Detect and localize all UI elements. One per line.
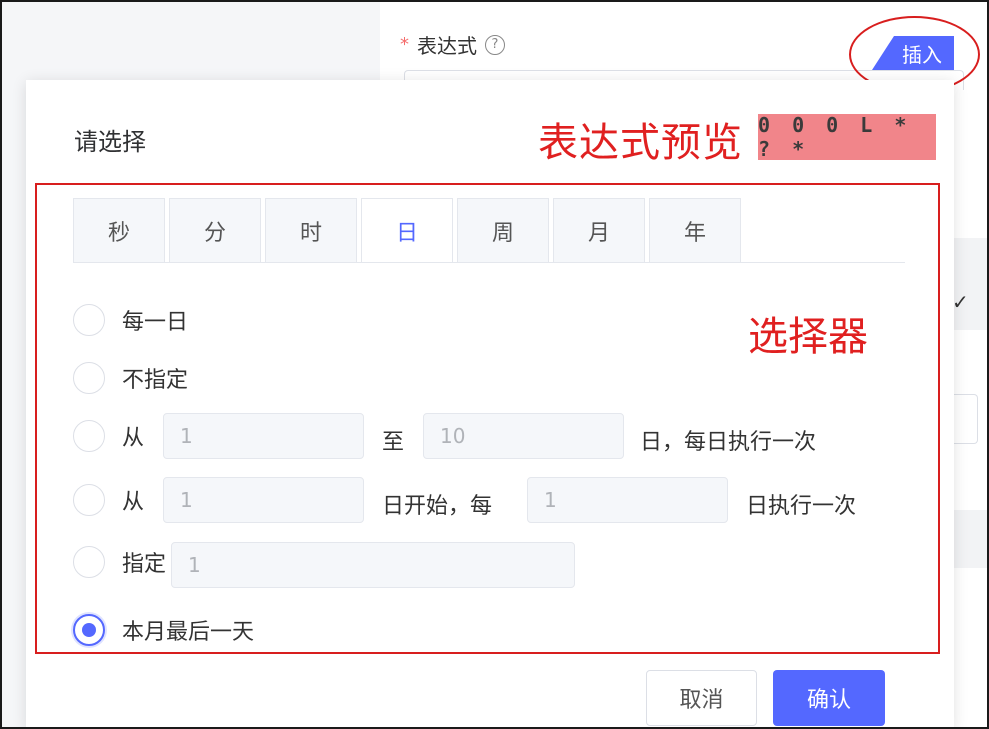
option-last-day-label: 本月最后一天 <box>122 620 255 645</box>
radio-unspecified[interactable] <box>73 362 105 394</box>
specify-day-input[interactable]: 1 <box>171 542 575 588</box>
radio-last-day[interactable] <box>73 614 105 646</box>
radio-interval[interactable] <box>73 484 105 516</box>
interval-start-input[interactable]: 1 <box>163 477 364 523</box>
option-range-from-label: 从 <box>122 426 145 451</box>
option-every-day-label: 每一日 <box>122 310 189 335</box>
interval-step-input[interactable]: 1 <box>527 477 728 523</box>
interval-suffix-label: 日执行一次 <box>746 494 857 519</box>
help-icon[interactable]: ? <box>485 34 505 55</box>
option-last-day[interactable]: 本月最后一天 <box>73 614 254 646</box>
tab-second[interactable]: 秒 <box>73 198 165 262</box>
tab-day[interactable]: 日 <box>361 198 453 262</box>
option-interval[interactable]: 从 <box>73 484 144 516</box>
interval-mid-label: 日开始，每 <box>382 494 493 519</box>
confirm-button[interactable]: 确认 <box>773 670 885 726</box>
tab-year[interactable]: 年 <box>649 198 741 262</box>
option-every-day[interactable]: 每一日 <box>73 304 188 336</box>
selector-annotation-label: 选择器 <box>748 314 868 360</box>
option-specify-label: 指定 <box>122 552 167 577</box>
option-interval-from-label: 从 <box>122 490 145 515</box>
dialog-title: 请选择 <box>74 128 146 156</box>
option-unspecified-label: 不指定 <box>122 368 189 393</box>
tab-minute[interactable]: 分 <box>169 198 261 262</box>
option-unspecified[interactable]: 不指定 <box>73 362 188 394</box>
side-panel-block <box>954 238 989 330</box>
range-end-input[interactable]: 10 <box>423 413 624 459</box>
tab-month[interactable]: 月 <box>553 198 645 262</box>
option-range[interactable]: 从 <box>73 420 144 452</box>
radio-every-day[interactable] <box>73 304 105 336</box>
unit-tabs: 秒 分 时 日 周 月 年 <box>73 198 741 262</box>
expression-preview-label: 表达式预览 <box>538 120 743 166</box>
side-input[interactable] <box>954 394 978 444</box>
expression-preview-value: 0 0 0 L * ? * <box>758 113 936 161</box>
range-start-input[interactable]: 1 <box>163 413 364 459</box>
check-icon: ✓ <box>952 290 969 314</box>
radio-range[interactable] <box>73 420 105 452</box>
side-panel-block <box>954 510 989 568</box>
cancel-button[interactable]: 取消 <box>646 670 757 726</box>
tab-week[interactable]: 周 <box>457 198 549 262</box>
radio-specify[interactable] <box>73 546 105 578</box>
tab-hour[interactable]: 时 <box>265 198 357 262</box>
required-mark: * <box>400 34 409 55</box>
expression-form-label: * 表达式 ? <box>400 30 505 59</box>
expression-label-text: 表达式 <box>417 34 477 58</box>
option-specify[interactable]: 指定 <box>73 546 166 578</box>
range-to-label: 至 <box>382 430 405 455</box>
range-suffix-label: 日，每日执行一次 <box>640 430 817 455</box>
tab-divider <box>73 262 905 263</box>
